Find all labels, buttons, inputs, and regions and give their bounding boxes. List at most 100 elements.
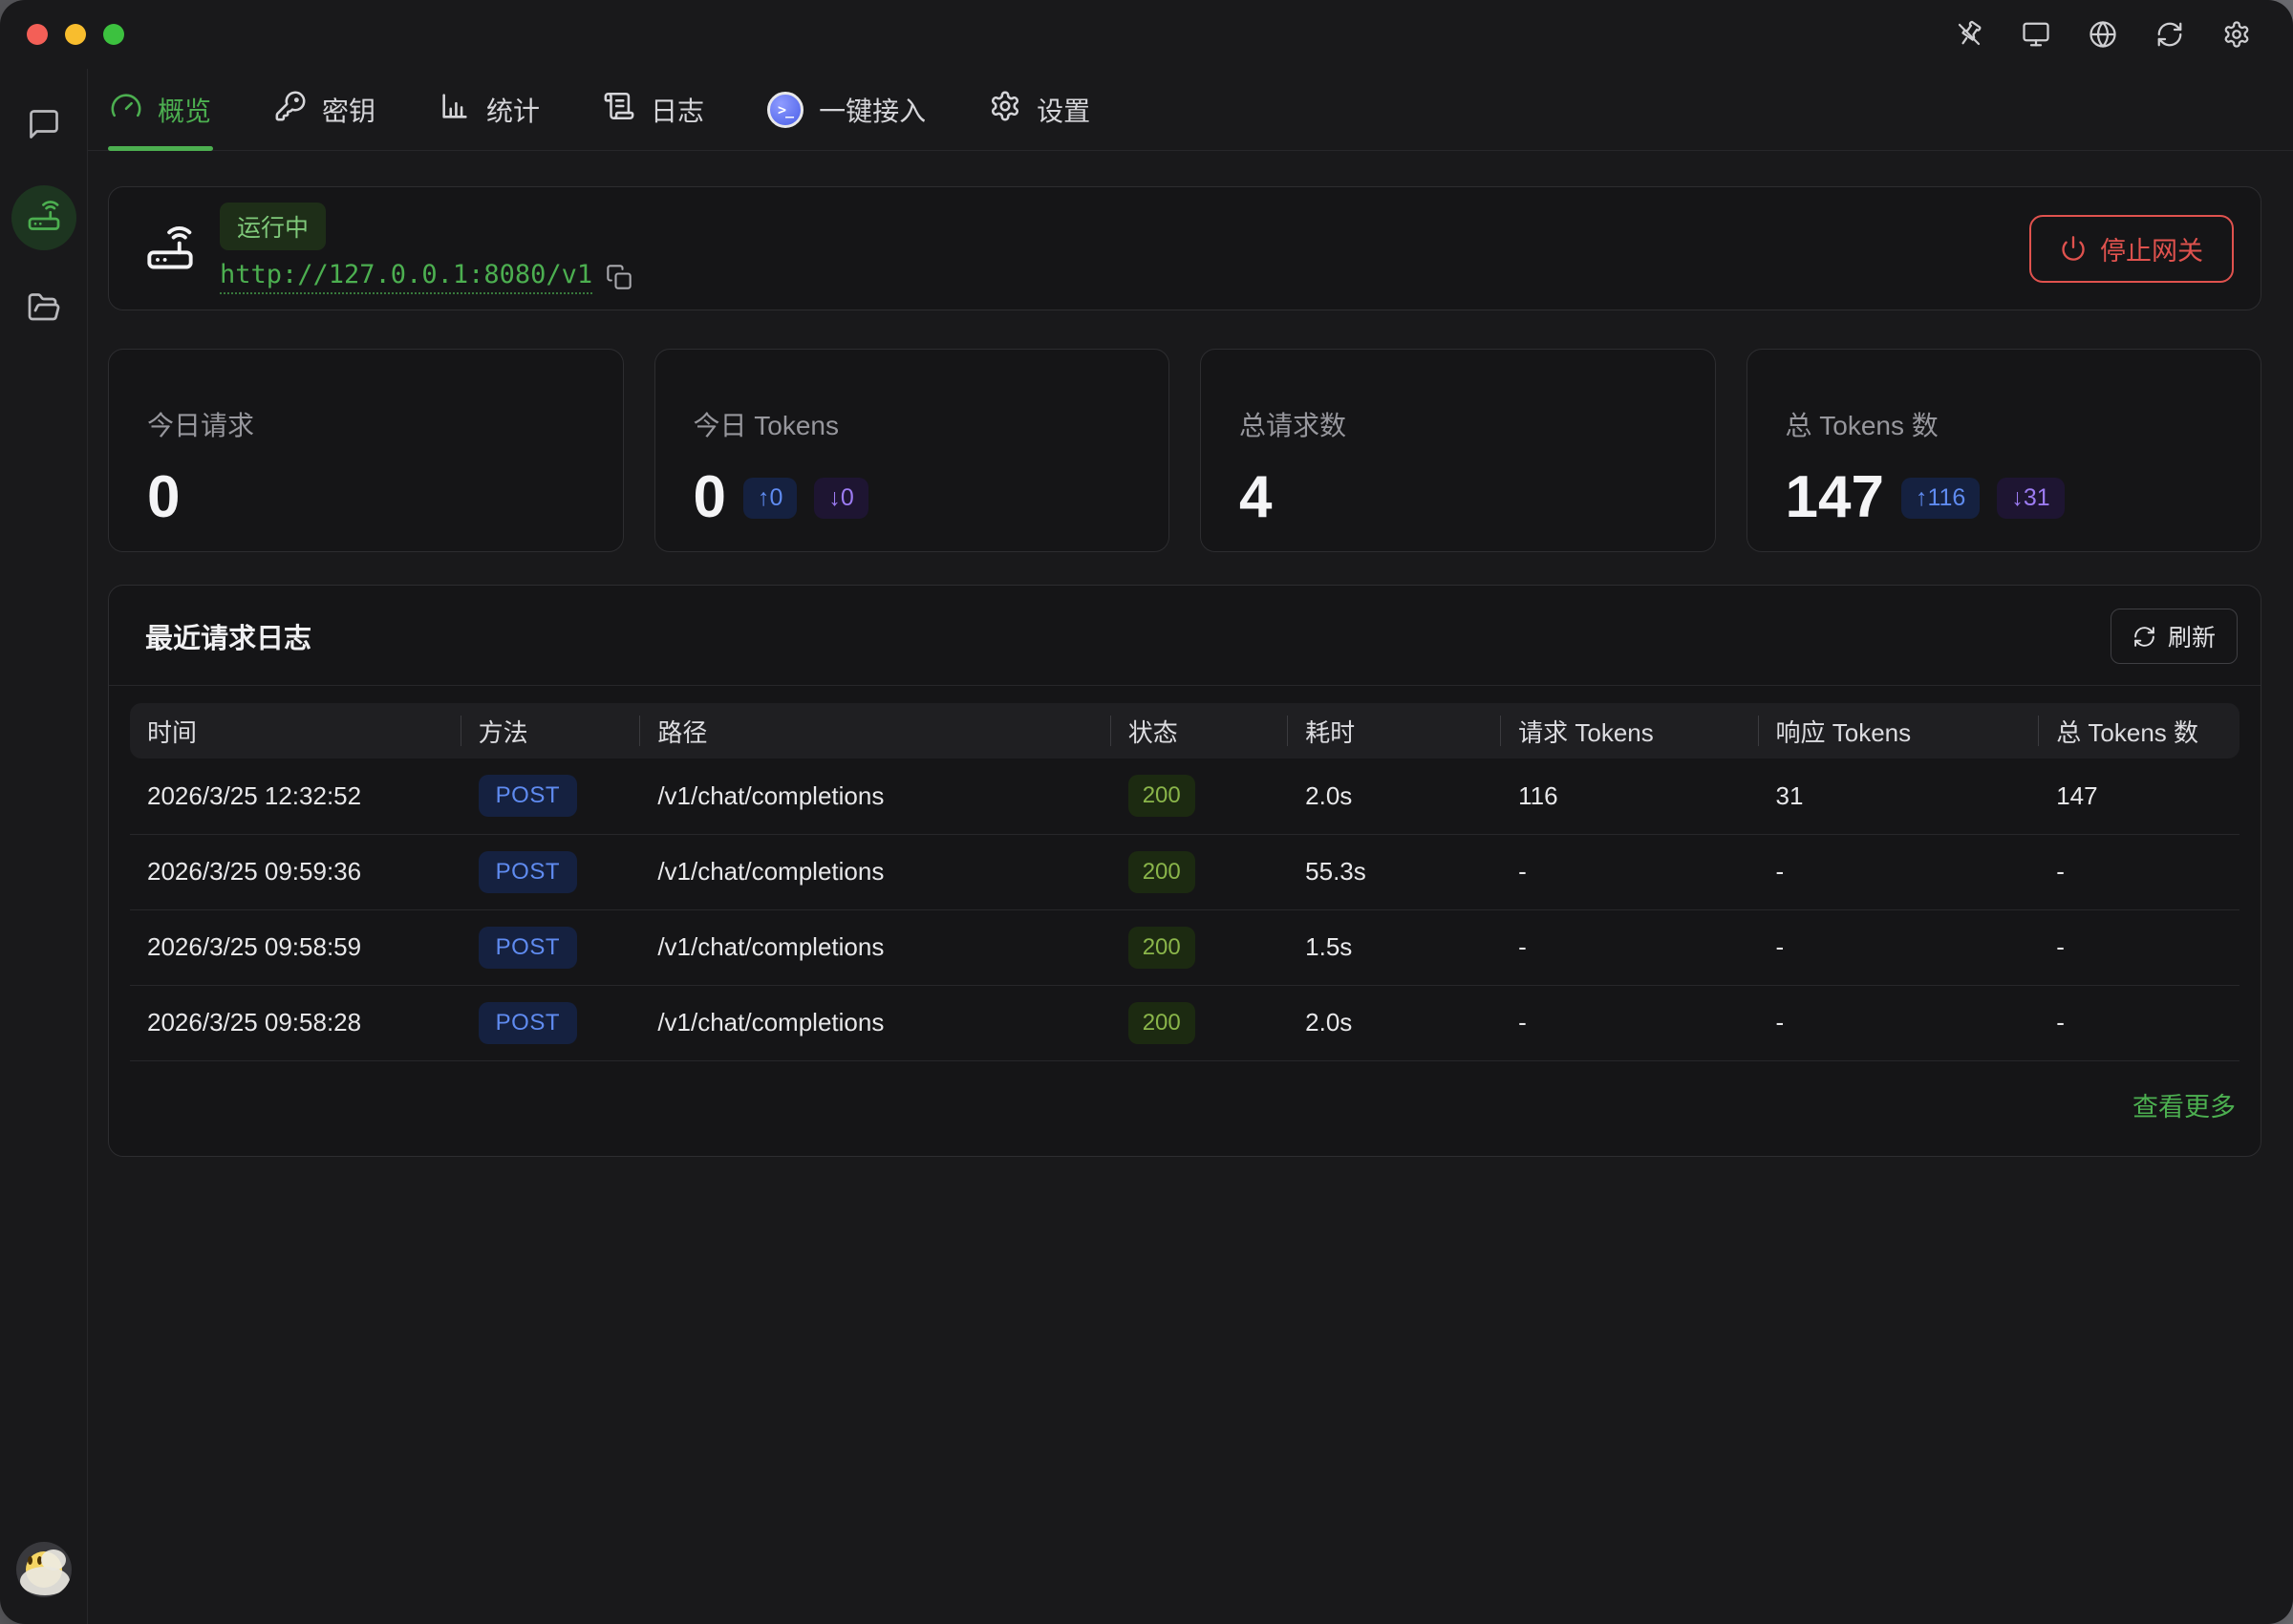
cell-total-tokens: -	[2039, 834, 2239, 909]
power-icon	[2060, 235, 2087, 262]
stat-value: 147	[1786, 468, 1884, 527]
stat-value: 4	[1239, 468, 1272, 527]
titlebar	[0, 0, 2293, 69]
cell-total-tokens: -	[2039, 985, 2239, 1060]
refresh-icon	[2132, 625, 2156, 649]
table-row[interactable]: 2026/3/25 12:32:52 POST /v1/chat/complet…	[130, 759, 2239, 834]
terminal-badge-icon: >_	[767, 92, 804, 128]
cell-path: /v1/chat/completions	[640, 759, 1110, 834]
display-icon[interactable]	[2022, 20, 2050, 49]
cell-duration: 2.0s	[1288, 759, 1501, 834]
gear-icon[interactable]	[2222, 20, 2251, 49]
tab-quick-connect[interactable]: >_ 一键接入	[765, 69, 928, 150]
tab-overview[interactable]: 概览	[108, 69, 213, 150]
stat-card-today-requests: 今日请求 0	[108, 349, 624, 552]
sidebar-item-files[interactable]	[11, 277, 76, 342]
tab-bar: 概览 密钥 统计 日志	[88, 69, 2293, 151]
method-badge: POST	[479, 775, 577, 817]
table-row[interactable]: 2026/3/25 09:58:28 POST /v1/chat/complet…	[130, 985, 2239, 1060]
gateway-url[interactable]: http://127.0.0.1:8080/v1	[220, 260, 632, 294]
sidebar-item-gateway[interactable]	[11, 185, 76, 250]
tab-logs[interactable]: 日志	[601, 69, 706, 150]
stop-gateway-button[interactable]: 停止网关	[2029, 215, 2234, 283]
cell-total-tokens: -	[2039, 909, 2239, 985]
cell-duration: 55.3s	[1288, 834, 1501, 909]
user-avatar[interactable]	[16, 1542, 72, 1597]
zoom-window-button[interactable]	[103, 24, 124, 45]
tab-label: 设置	[1037, 91, 1090, 129]
stat-value: 0	[694, 468, 726, 527]
tab-keys[interactable]: 密钥	[272, 69, 377, 150]
scroll-icon	[603, 90, 635, 129]
status-code-badge: 200	[1128, 775, 1195, 817]
overview-content: 运行中 http://127.0.0.1:8080/v1 停止网关	[88, 151, 2293, 1624]
cell-req-tokens: 116	[1501, 759, 1758, 834]
tab-label: 概览	[158, 91, 211, 129]
tokens-down-badge: ↓31	[1997, 478, 2064, 519]
status-code-badge: 200	[1128, 851, 1195, 893]
close-window-button[interactable]	[27, 24, 48, 45]
method-badge: POST	[479, 1002, 577, 1044]
view-more-link[interactable]: 查看更多	[2132, 1093, 2236, 1122]
stats-row: 今日请求 0 今日 Tokens 0 ↑0 ↓0	[108, 349, 2261, 552]
tokens-up-badge: ↑116	[1901, 478, 1980, 519]
cell-time: 2026/3/25 12:32:52	[130, 759, 461, 834]
cell-req-tokens: -	[1501, 834, 1758, 909]
recent-logs-title: 最近请求日志	[145, 616, 311, 656]
tab-stats[interactable]: 统计	[437, 69, 542, 150]
main-area: 概览 密钥 统计 日志	[88, 69, 2293, 1624]
cell-res-tokens: -	[1759, 834, 2040, 909]
cell-req-tokens: -	[1501, 909, 1758, 985]
request-log-table: 时间 方法 路径 状态 耗时 请求 Tokens 响应 Tokens 总 Tok…	[130, 703, 2239, 1061]
method-badge: POST	[479, 927, 577, 969]
tab-settings[interactable]: 设置	[987, 69, 1092, 150]
cell-total-tokens: 147	[2039, 759, 2239, 834]
header-res-tokens: 响应 Tokens	[1759, 703, 2040, 759]
cell-res-tokens: 31	[1759, 759, 2040, 834]
stat-label: 总 Tokens 数	[1786, 405, 2223, 443]
cell-time: 2026/3/25 09:58:59	[130, 909, 461, 985]
stat-card-today-tokens: 今日 Tokens 0 ↑0 ↓0	[654, 349, 1170, 552]
cell-duration: 2.0s	[1288, 985, 1501, 1060]
refresh-icon[interactable]	[2155, 20, 2184, 49]
tokens-up-badge: ↑0	[743, 478, 797, 519]
stat-label: 总请求数	[1239, 405, 1677, 443]
app-window: 概览 密钥 统计 日志	[0, 0, 2293, 1624]
stat-value: 0	[147, 468, 180, 527]
gateway-status-card: 运行中 http://127.0.0.1:8080/v1 停止网关	[108, 186, 2261, 310]
cell-duration: 1.5s	[1288, 909, 1501, 985]
folder-open-icon	[27, 290, 61, 330]
pin-off-icon[interactable]	[1955, 20, 1983, 49]
gear-icon	[989, 90, 1021, 129]
stat-card-total-requests: 总请求数 4	[1200, 349, 1716, 552]
chat-bubble-icon	[27, 107, 61, 146]
router-icon	[145, 224, 195, 273]
table-row[interactable]: 2026/3/25 09:59:36 POST /v1/chat/complet…	[130, 834, 2239, 909]
cell-res-tokens: -	[1759, 909, 2040, 985]
sidebar-item-chat[interactable]	[11, 94, 76, 159]
tab-label: 日志	[651, 91, 704, 129]
cell-path: /v1/chat/completions	[640, 834, 1110, 909]
refresh-logs-button[interactable]: 刷新	[2111, 609, 2238, 664]
cell-time: 2026/3/25 09:59:36	[130, 834, 461, 909]
header-time: 时间	[130, 703, 461, 759]
header-path: 路径	[640, 703, 1110, 759]
header-duration: 耗时	[1288, 703, 1501, 759]
stat-card-total-tokens: 总 Tokens 数 147 ↑116 ↓31	[1747, 349, 2262, 552]
cell-path: /v1/chat/completions	[640, 909, 1110, 985]
bar-chart-icon	[439, 90, 471, 129]
gateway-url-text[interactable]: http://127.0.0.1:8080/v1	[220, 260, 592, 294]
minimize-window-button[interactable]	[65, 24, 86, 45]
recent-logs-card: 最近请求日志 刷新	[108, 585, 2261, 1157]
header-status: 状态	[1111, 703, 1288, 759]
cell-time: 2026/3/25 09:58:28	[130, 985, 461, 1060]
copy-icon[interactable]	[606, 264, 632, 290]
sidebar	[0, 69, 88, 1624]
globe-icon[interactable]	[2089, 20, 2117, 49]
cell-req-tokens: -	[1501, 985, 1758, 1060]
tab-label: 一键接入	[819, 91, 926, 129]
stat-label: 今日 Tokens	[694, 405, 1131, 443]
table-row[interactable]: 2026/3/25 09:58:59 POST /v1/chat/complet…	[130, 909, 2239, 985]
status-code-badge: 200	[1128, 1002, 1195, 1044]
table-header-row: 时间 方法 路径 状态 耗时 请求 Tokens 响应 Tokens 总 Tok…	[130, 703, 2239, 759]
